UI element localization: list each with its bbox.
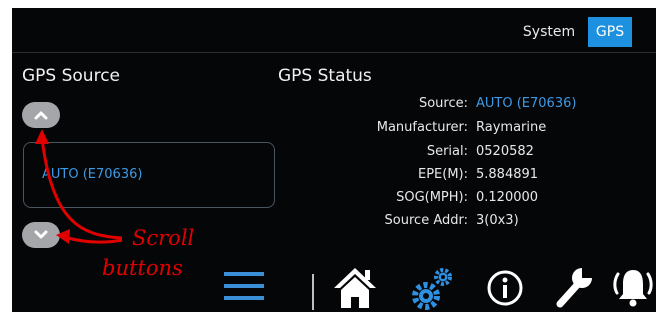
annotation-label: Scroll <box>132 226 195 250</box>
gps-settings-screen: System GPS GPS Source GPS Status AUTO (E… <box>12 8 656 312</box>
annotation-label: buttons <box>102 256 183 280</box>
